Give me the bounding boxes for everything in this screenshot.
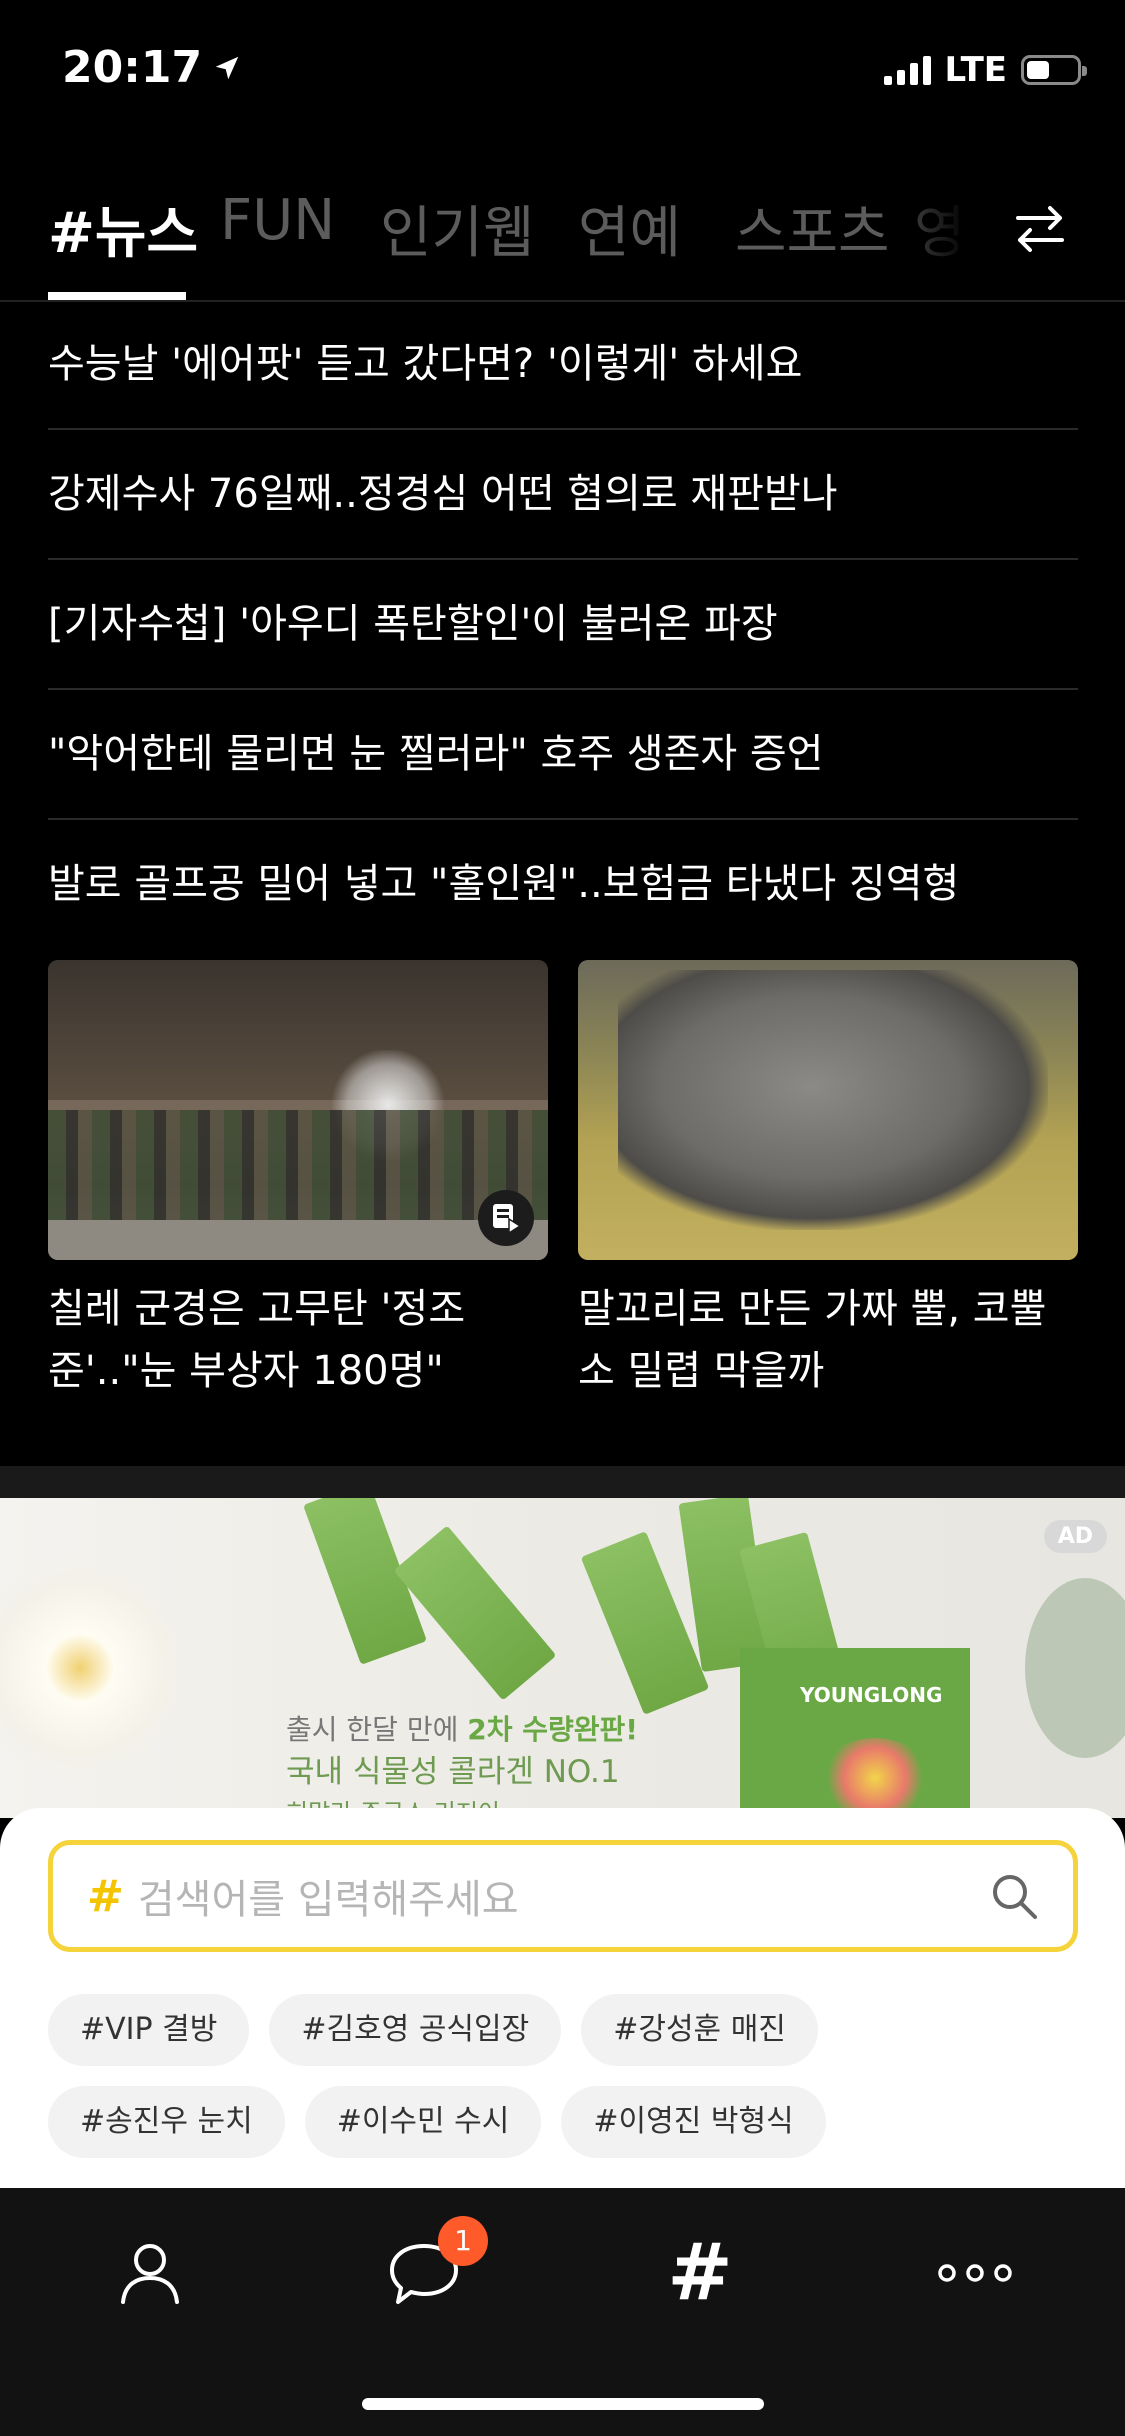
search-placeholder: 검색어를 입력해주세요 [137,1877,519,1923]
flower-decoration [0,1558,190,1778]
ad-line-1: 출시 한달 만에 2차 수량완판! [286,1713,639,1746]
keyword-chip[interactable]: #송진우 눈치 [48,2086,285,2158]
news-card[interactable]: 말꼬리로 만든 가짜 뿔, 코뿔소 밀렵 막을까 [578,960,1078,1402]
signal-icon [883,55,931,85]
nav-more[interactable] [915,2228,1035,2318]
nav-hashtag[interactable]: # [640,2228,760,2318]
news-card[interactable]: 칠레 군경은 고무탄 '정조준'.."눈 부상자 180명" [48,960,548,1402]
tab-fun[interactable]: FUN [220,188,335,253]
status-time: 20:17 [62,42,242,93]
search-sheet: # 검색어를 입력해주세요 #VIP 결방 #김호영 공식입장 #강성훈 매진 … [0,1808,1125,2188]
news-card-title[interactable]: 칠레 군경은 고무탄 '정조준'.."눈 부상자 180명" [48,1278,548,1402]
headline-item[interactable]: "악어한테 물리면 눈 찔러라" 호주 생존자 증언 [48,690,1078,820]
hashtag-icon: # [667,2228,733,2318]
ad-line-2: 국내 식물성 콜라겐 NO.1 [286,1754,620,1790]
status-indicators: LTE [883,50,1087,90]
news-card-title[interactable]: 말꼬리로 만든 가짜 뿔, 코뿔소 밀렵 막을까 [578,1278,1078,1402]
section-divider [0,1466,1125,1498]
network-label: LTE [944,50,1007,90]
headline-item[interactable]: 강제수사 76일째..정경심 어떤 혐의로 재판받나 [48,430,1078,560]
swap-arrows-icon[interactable] [1010,198,1070,258]
home-indicator [362,2398,764,2410]
keyword-chip[interactable]: #이영진 박형식 [561,2086,826,2158]
tab-sports[interactable]: 스포츠 [735,188,890,269]
ad-banner[interactable]: YOUNGLONG 출시 한달 만에 2차 수량완판! 국내 식물성 콜라겐 N… [0,1498,1125,1818]
keyword-chip[interactable]: #강성훈 매진 [581,1994,818,2066]
keyword-chip[interactable]: #이수민 수시 [304,2086,542,2158]
more-dots-icon [938,2264,1012,2282]
hash-icon: # [87,1870,124,1922]
headline-item[interactable]: [기자수첩] '아우디 폭탄할인'이 불러온 파장 [48,560,1078,690]
tab-entertainment[interactable]: 연예 [578,188,681,269]
tabs-fade [880,170,990,290]
headline-item[interactable]: 발로 골프공 밀어 넣고 "홀인원"..보험금 타냈다 징역형 [48,820,1078,948]
headline-item[interactable]: 수능날 '에어팟' 듣고 갔다면? '이렇게' 하세요 [48,300,1078,430]
video-play-icon [478,1190,534,1246]
category-tabs: #뉴스 FUN 인기웹 연예 스포츠 영 [0,170,1125,302]
active-tab-indicator [48,292,186,300]
chat-badge: 1 [438,2216,488,2266]
news-thumbnail[interactable] [48,960,548,1260]
brand-label: YOUNGLONG [800,1683,943,1707]
trending-keywords: #VIP 결방 #김호영 공식입장 #강성훈 매진 #송진우 눈치 #이수민 수… [48,1994,1088,2178]
status-time-text: 20:17 [62,42,203,93]
status-bar: 20:17 LTE [0,0,1125,140]
news-thumbnail[interactable] [578,960,1078,1260]
nav-profile[interactable] [90,2228,210,2318]
search-input[interactable]: # 검색어를 입력해주세요 [48,1840,1078,1952]
tab-news[interactable]: #뉴스 [48,188,198,269]
keyword-chip[interactable]: #김호영 공식입장 [269,1994,562,2066]
keyword-chip[interactable]: #VIP 결방 [48,1994,250,2066]
battery-icon [1021,55,1087,85]
search-icon[interactable] [987,1869,1041,1923]
location-arrow-icon [215,56,239,79]
photo-news-cards: 칠레 군경은 고무탄 '정조준'.."눈 부상자 180명" 말꼬리로 만든 가… [48,960,1078,1402]
person-icon [121,2244,179,2304]
tab-popular-web[interactable]: 인기웹 [380,188,535,269]
ad-badge: AD [1043,1520,1107,1553]
headline-list: 수능날 '에어팟' 듣고 갔다면? '이렇게' 하세요 강제수사 76일째..정… [48,300,1078,948]
